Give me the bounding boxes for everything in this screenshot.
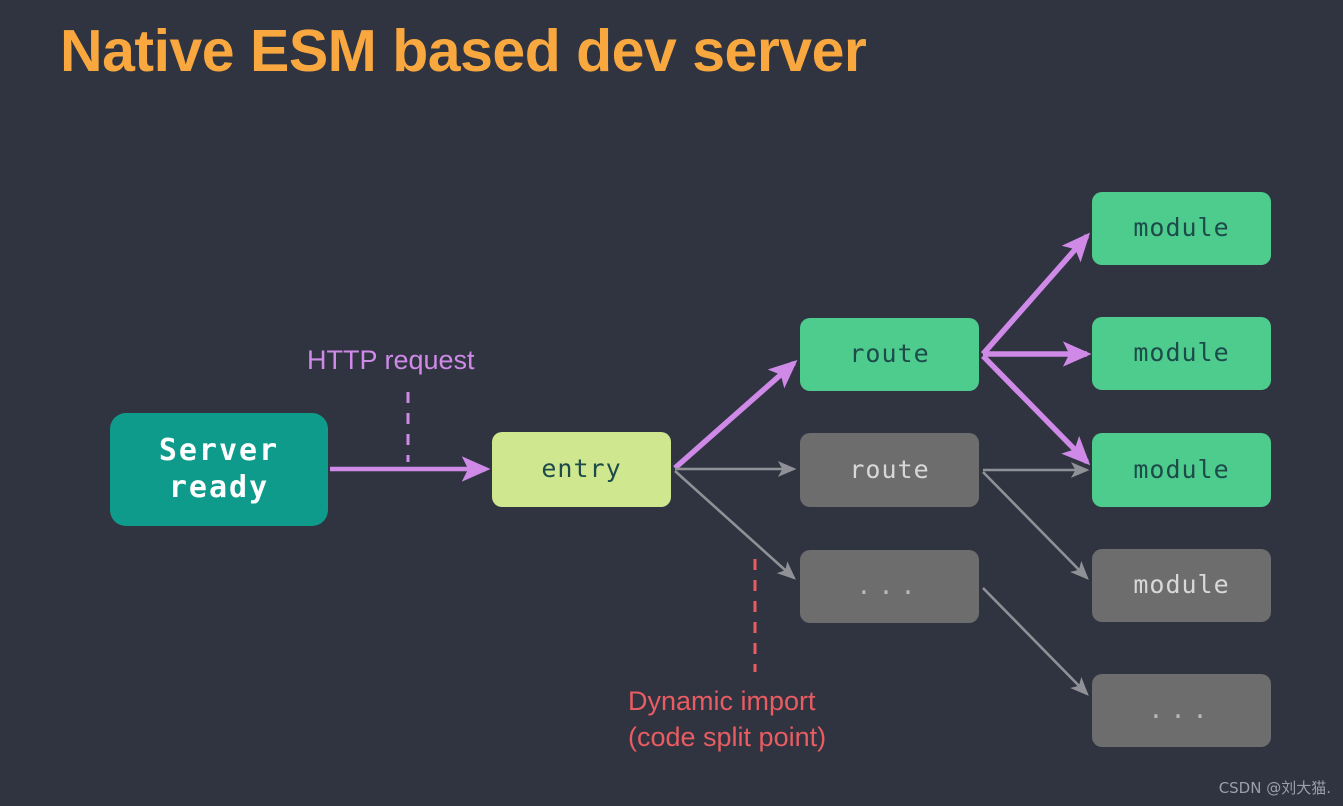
node-route-dim[interactable]: route — [800, 433, 979, 507]
edge-ellipsis-to-ellipsis — [982, 587, 1089, 696]
edge-route-dim-to-module-4 — [982, 471, 1089, 580]
node-entry[interactable]: entry — [492, 432, 671, 507]
node-module-1[interactable]: module — [1092, 192, 1271, 265]
edge-entry-to-ellipsis — [674, 470, 796, 580]
node-module-3[interactable]: module — [1092, 433, 1271, 507]
http-request-label: HTTP request — [307, 345, 475, 375]
edge-entry-to-route-active — [673, 359, 798, 471]
node-module-ellipsis[interactable]: ... — [1092, 674, 1271, 747]
edge-route-to-module-3 — [981, 354, 1091, 466]
watermark: CSDN @刘大猫. — [1218, 779, 1331, 797]
edge-route-to-module-1 — [980, 232, 1091, 356]
node-route-ellipsis[interactable]: ... — [800, 550, 979, 623]
node-module-2[interactable]: module — [1092, 317, 1271, 390]
diagram-canvas: Native ESM based dev server Server ready… — [0, 0, 1343, 806]
page-title: Native ESM based dev server — [60, 18, 867, 84]
node-route-active[interactable]: route — [800, 318, 979, 391]
node-server-ready[interactable]: Server ready — [110, 413, 328, 526]
node-module-4[interactable]: module — [1092, 549, 1271, 622]
dynamic-import-label: Dynamic import (code split point) — [628, 686, 827, 752]
